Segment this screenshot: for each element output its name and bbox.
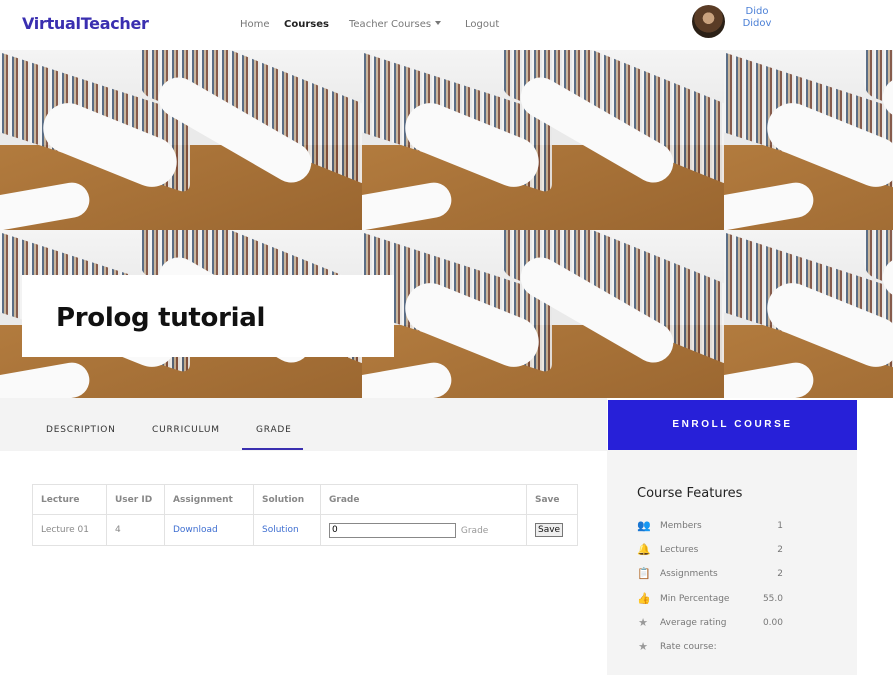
hero-image-tile — [0, 50, 362, 230]
column-header-assignment: Assignment — [164, 484, 254, 515]
hero-image-tile — [724, 230, 893, 398]
feature-members: 👥 Members 1 — [637, 520, 827, 534]
feature-value: 2 — [777, 569, 783, 579]
solution-link[interactable]: Solution — [262, 525, 299, 535]
top-navbar: VirtualTeacher Home Courses Teacher Cour… — [0, 0, 893, 50]
user-name-link[interactable]: Dido Didov — [737, 6, 777, 30]
column-header-user-id: User ID — [106, 484, 165, 515]
table-row: Lecture 01 4 Download Solution Grade Sav… — [32, 514, 578, 546]
feature-label: Average rating — [660, 618, 727, 628]
cell-save: Save — [526, 514, 578, 546]
feature-value: 55.0 — [762, 594, 783, 604]
download-assignment-link[interactable]: Download — [173, 525, 218, 535]
feature-assignments: 📋 Assignments 2 — [637, 568, 827, 582]
column-header-lecture: Lecture — [32, 484, 107, 515]
user-last-name: Didov — [742, 18, 772, 29]
grade-input[interactable] — [329, 522, 456, 538]
active-tab-indicator — [242, 448, 303, 450]
column-header-solution: Solution — [253, 484, 321, 515]
clipboard-icon: 📋 — [637, 567, 651, 580]
grade-hint-label: Grade — [460, 525, 489, 536]
star-icon[interactable]: ★ — [637, 641, 649, 653]
column-header-grade: Grade — [320, 484, 527, 515]
feature-min-percentage: 👍 Min Percentage 55.0 — [637, 593, 827, 607]
feature-label: Lectures — [660, 545, 699, 555]
features-title: Course Features — [637, 486, 743, 501]
course-features-panel: Course Features 👥 Members 1 🔔 Lectures 2… — [607, 450, 857, 675]
grade-table: Lecture User ID Assignment Solution Grad… — [32, 484, 578, 546]
nav-teacher-courses[interactable]: Teacher Courses — [349, 19, 442, 30]
feature-value: 2 — [777, 545, 783, 555]
tab-grade[interactable]: GRADE — [256, 425, 292, 435]
hero-image-tile — [724, 50, 893, 230]
save-grade-button[interactable]: Save — [535, 523, 564, 537]
feature-value: 1 — [777, 521, 783, 531]
feature-lectures: 🔔 Lectures 2 — [637, 544, 827, 558]
column-header-save: Save — [526, 484, 578, 515]
nav-courses[interactable]: Courses — [284, 19, 329, 30]
feature-label: Assignments — [660, 569, 718, 579]
nav-home[interactable]: Home — [240, 19, 270, 30]
course-title-box: Prolog tutorial — [22, 275, 394, 357]
cell-grade: Grade — [320, 514, 527, 546]
user-first-name: Dido — [745, 6, 769, 17]
feature-label: Rate course: — [660, 642, 717, 652]
cell-assignment: Download — [164, 514, 254, 546]
course-tabs: DESCRIPTION CURRICULUM GRADE — [0, 398, 607, 451]
nav-teacher-courses-label: Teacher Courses — [349, 19, 432, 30]
page-title: Prolog tutorial — [56, 303, 266, 333]
table-header-row: Lecture User ID Assignment Solution Grad… — [32, 484, 578, 515]
brand-logo[interactable]: VirtualTeacher — [22, 14, 149, 33]
chevron-down-icon — [435, 21, 442, 25]
feature-rate-course[interactable]: ★ Rate course: — [637, 641, 827, 655]
star-icon: ★ — [638, 616, 648, 629]
cell-user-id: 4 — [106, 514, 165, 546]
feature-label: Members — [660, 521, 702, 531]
cell-solution: Solution — [253, 514, 321, 546]
feature-label: Min Percentage — [660, 594, 730, 604]
cell-lecture: Lecture 01 — [32, 514, 107, 546]
hero-image-tile — [362, 50, 724, 230]
tab-curriculum[interactable]: CURRICULUM — [152, 425, 220, 435]
enroll-course-button[interactable]: ENROLL COURSE — [608, 400, 857, 450]
avatar[interactable] — [692, 5, 725, 38]
hero-image-tile — [362, 230, 724, 398]
nav-logout[interactable]: Logout — [465, 19, 499, 30]
tab-description[interactable]: DESCRIPTION — [46, 425, 116, 435]
feature-average-rating: ★ Average rating 0.00 — [637, 617, 827, 631]
members-icon: 👥 — [637, 519, 651, 532]
bell-icon: 🔔 — [637, 543, 651, 556]
feature-value: 0.00 — [762, 618, 783, 628]
thumbs-up-icon: 👍 — [637, 592, 651, 605]
